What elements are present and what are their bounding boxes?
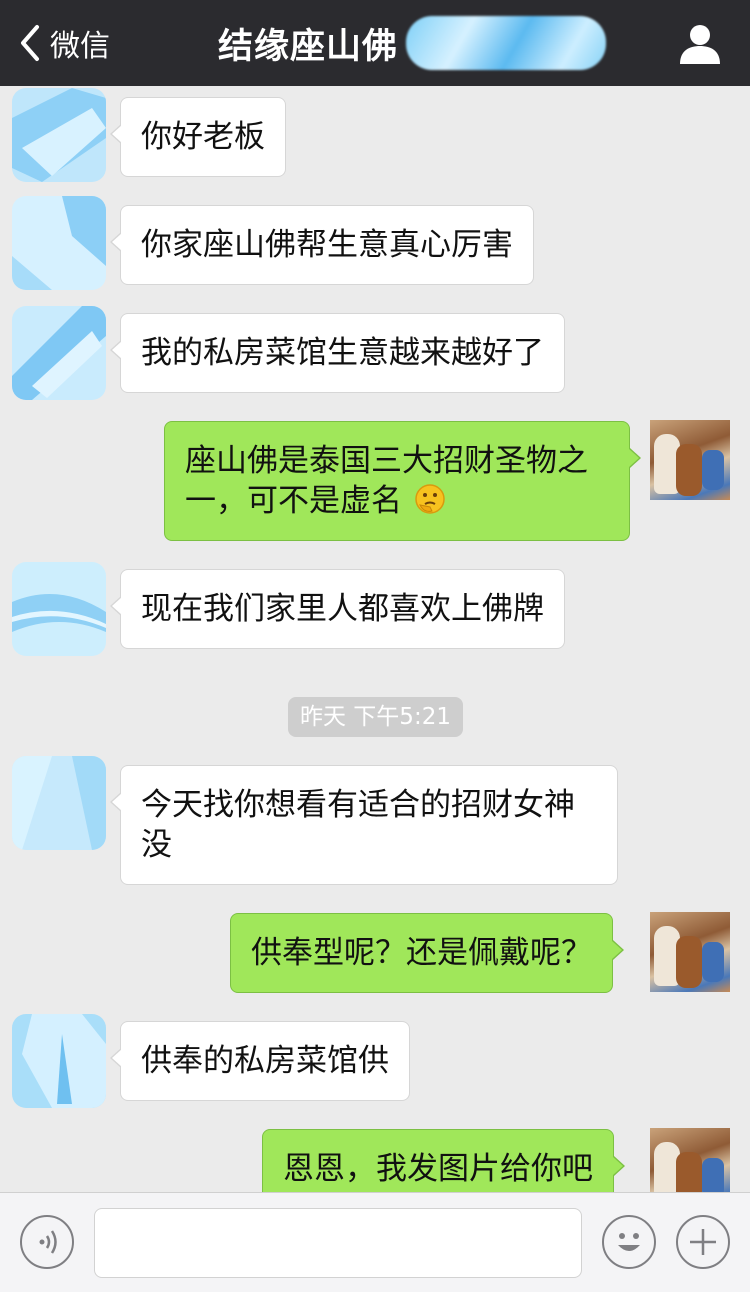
message-input[interactable] (94, 1208, 582, 1278)
blurred-avatar-image (12, 88, 106, 182)
message-text-line: 没 (141, 827, 172, 863)
plus-icon (690, 1229, 716, 1255)
sent-message[interactable]: 供奉型呢？还是佩戴呢？ (230, 913, 624, 993)
my-avatar[interactable] (650, 420, 730, 500)
chat-title-area: 结缘座山佛 (218, 14, 607, 72)
back-button[interactable]: 微信 (18, 20, 110, 66)
contact-avatar[interactable] (12, 1014, 106, 1108)
sent-message[interactable]: 恩恩，我发图片给你吧 (262, 1129, 625, 1192)
received-message[interactable]: 你好老板 (110, 97, 286, 177)
more-button[interactable] (676, 1215, 730, 1269)
received-message[interactable]: 你家座山佛帮生意真心厉害 (110, 205, 534, 285)
voice-icon (39, 1230, 57, 1254)
blurred-avatar-image (12, 756, 106, 850)
contact-avatar[interactable] (12, 756, 106, 850)
input-toolbar (0, 1192, 750, 1292)
chat-header: 微信 结缘座山佛 (0, 0, 750, 86)
my-avatar[interactable] (650, 1128, 730, 1192)
received-message[interactable]: 我的私房菜馆生意越来越好了 (110, 313, 565, 393)
message-timestamp: 昨天 下午5:21 (288, 697, 463, 737)
emoji-button[interactable] (602, 1215, 656, 1269)
message-text-line: 今天找你想看有适合的招财女神 (141, 787, 575, 823)
message-text: 供奉的私房菜馆供 (141, 1043, 389, 1079)
blurred-avatar-image (12, 1014, 106, 1108)
blurred-avatar-image (12, 562, 106, 656)
message-text: 你好老板 (141, 119, 265, 155)
message-text-line: 一，可不是虚名 (185, 483, 402, 519)
received-message[interactable]: 现在我们家里人都喜欢上佛牌 (110, 569, 565, 649)
blurred-title-suffix (406, 16, 607, 70)
chevron-left-icon (21, 25, 39, 61)
back-label: 微信 (50, 29, 110, 64)
my-avatar[interactable] (650, 912, 730, 992)
message-text: 你家座山佛帮生意真心厉害 (141, 227, 513, 263)
message-text: 我的私房菜馆生意越来越好了 (141, 335, 544, 371)
blurred-avatar-image (12, 306, 106, 400)
message-text: 恩恩，我发图片给你吧 (283, 1151, 593, 1187)
contact-avatar[interactable] (12, 306, 106, 400)
thinking-face-icon (415, 484, 445, 514)
contact-profile-icon[interactable] (678, 22, 722, 66)
contact-avatar[interactable] (12, 562, 106, 656)
blurred-avatar-image (12, 196, 106, 290)
message-text-line: 座山佛是泰国三大招财圣物之 (185, 443, 588, 479)
message-list[interactable]: 你好老板 你家座山佛帮生意真心厉害 我的私房菜馆生意越来越好了 座山佛是泰国三大… (0, 86, 750, 1192)
contact-avatar[interactable] (12, 196, 106, 290)
received-message[interactable]: 供奉的私房菜馆供 (110, 1021, 410, 1101)
voice-button[interactable] (20, 1215, 74, 1269)
received-message[interactable]: 今天找你想看有适合的招财女神 没 (110, 765, 618, 885)
message-text: 供奉型呢？还是佩戴呢？ (251, 935, 592, 971)
chat-title: 结缘座山佛 (218, 26, 399, 67)
sent-message[interactable]: 座山佛是泰国三大招财圣物之 一，可不是虚名 (164, 421, 641, 541)
smiley-icon (618, 1233, 640, 1251)
message-text: 现在我们家里人都喜欢上佛牌 (141, 591, 544, 627)
contact-avatar[interactable] (12, 88, 106, 182)
